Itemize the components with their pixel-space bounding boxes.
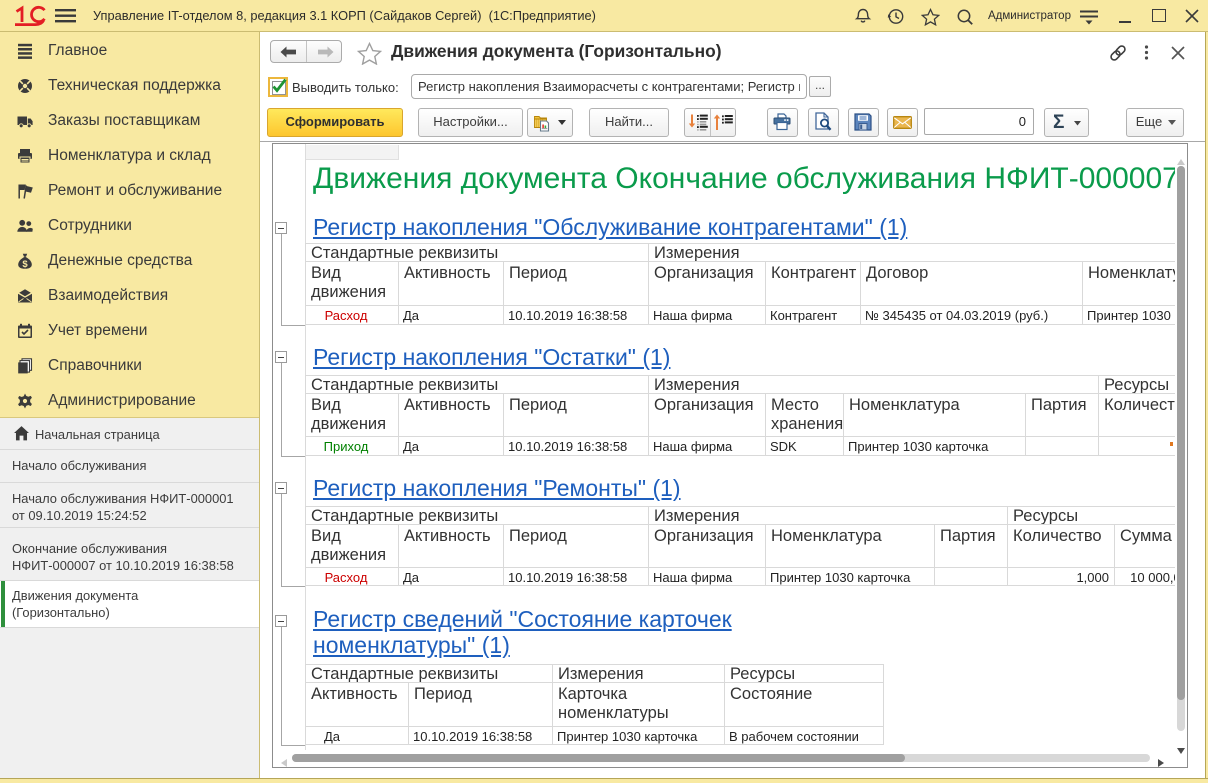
svg-text:$: $	[22, 259, 28, 269]
